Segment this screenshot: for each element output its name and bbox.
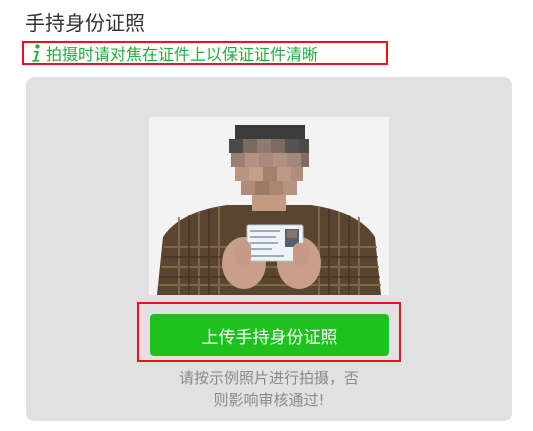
upload-id-photo-button[interactable]: 上传手持身份证照	[150, 314, 389, 356]
caption-line-2: 则影响审核通过!	[213, 391, 325, 409]
sample-photo	[149, 117, 389, 295]
page-title: 手持身份证照	[25, 11, 145, 35]
sample-card: 上传手持身份证照 请按示例照片进行拍摄，否 则影响审核通过!	[26, 77, 512, 421]
upload-highlight: 上传手持身份证照	[137, 302, 401, 362]
caption-line-1: 请按示例照片进行拍摄，否	[178, 369, 359, 387]
hint-text: 拍摄时请对焦在证件上以保证证件清晰	[46, 45, 319, 64]
hint-banner: 拍摄时请对焦在证件上以保证证件清晰	[22, 41, 388, 65]
info-icon	[29, 44, 43, 62]
instruction-caption: 请按示例照片进行拍摄，否 则影响审核通过!	[146, 367, 392, 411]
